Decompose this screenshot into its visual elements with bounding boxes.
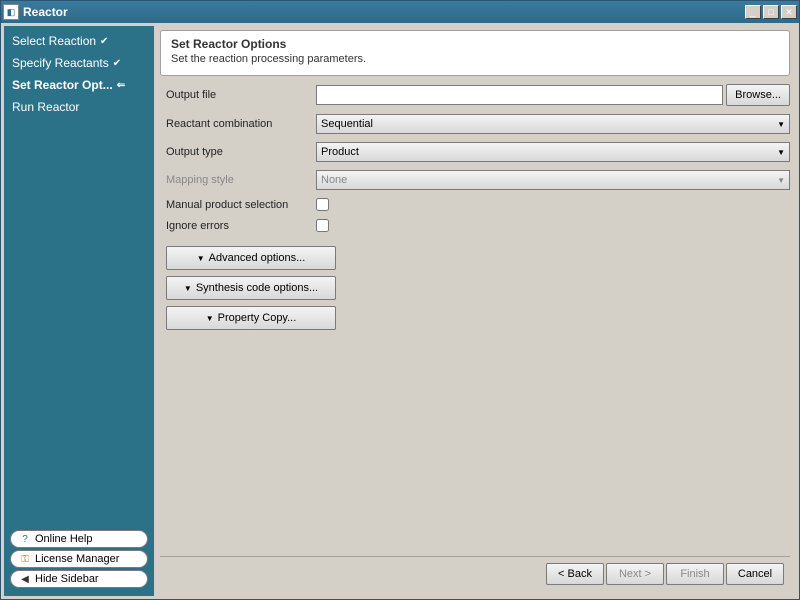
minimize-button[interactable]: _	[745, 5, 761, 19]
button-label: License Manager	[35, 553, 119, 565]
select-value: Product	[321, 146, 777, 158]
cancel-button[interactable]: Cancel	[726, 563, 784, 585]
property-copy-expander[interactable]: ▼ Property Copy...	[166, 306, 336, 330]
label-manual-selection: Manual product selection	[166, 199, 316, 211]
chevron-down-icon: ▼	[777, 176, 785, 185]
row-manual-selection: Manual product selection	[166, 198, 790, 211]
sidebar-item-select-reaction[interactable]: Select Reaction ✔	[4, 30, 154, 52]
next-button: Next >	[606, 563, 664, 585]
row-output-type: Output type Product ▼	[166, 142, 790, 162]
license-manager-button[interactable]: ⚿ License Manager	[10, 550, 148, 568]
sidebar-item-label: Run Reactor	[12, 100, 79, 114]
label-output-file: Output file	[166, 89, 316, 101]
manual-selection-checkbox[interactable]	[316, 198, 329, 211]
synthesis-code-options-expander[interactable]: ▼ Synthesis code options...	[166, 276, 336, 300]
step-subtitle: Set the reaction processing parameters.	[171, 53, 779, 65]
sidebar-item-label: Select Reaction	[12, 34, 96, 48]
triangle-down-icon: ▼	[197, 254, 205, 263]
select-value: None	[321, 174, 777, 186]
pointer-icon: ⇐	[117, 80, 125, 91]
button-label: Hide Sidebar	[35, 573, 99, 585]
button-label: Online Help	[35, 533, 92, 545]
collapse-icon: ◀	[19, 573, 31, 585]
close-button[interactable]: ✕	[781, 5, 797, 19]
help-icon: ?	[19, 533, 31, 545]
step-title: Set Reactor Options	[171, 37, 779, 51]
main-panel: Set Reactor Options Set the reaction pro…	[154, 26, 796, 596]
row-output-file: Output file Browse...	[166, 84, 790, 106]
sidebar-spacer	[4, 118, 154, 528]
sidebar-item-set-reactor-options[interactable]: Set Reactor Opt... ⇐	[4, 74, 154, 96]
check-icon: ✔	[113, 58, 121, 69]
expander-label: Synthesis code options...	[196, 282, 318, 294]
sidebar: Select Reaction ✔ Specify Reactants ✔ Se…	[4, 26, 154, 596]
row-mapping-style: Mapping style None ▼	[166, 170, 790, 190]
online-help-button[interactable]: ? Online Help	[10, 530, 148, 548]
output-file-input[interactable]	[316, 85, 723, 105]
hide-sidebar-button[interactable]: ◀ Hide Sidebar	[10, 570, 148, 588]
row-ignore-errors: Ignore errors	[166, 219, 790, 232]
chevron-down-icon: ▼	[777, 148, 785, 157]
step-header: Set Reactor Options Set the reaction pro…	[160, 30, 790, 76]
maximize-button[interactable]: □	[763, 5, 779, 19]
expander-label: Property Copy...	[218, 312, 297, 324]
mapping-style-select: None ▼	[316, 170, 790, 190]
expander-group: ▼ Advanced options... ▼ Synthesis code o…	[166, 246, 790, 330]
label-mapping-style: Mapping style	[166, 174, 316, 186]
check-icon: ✔	[100, 36, 108, 47]
wizard-footer: < Back Next > Finish Cancel	[160, 556, 790, 590]
advanced-options-expander[interactable]: ▼ Advanced options...	[166, 246, 336, 270]
ignore-errors-checkbox[interactable]	[316, 219, 329, 232]
label-ignore-errors: Ignore errors	[166, 220, 316, 232]
sidebar-item-specify-reactants[interactable]: Specify Reactants ✔	[4, 52, 154, 74]
sidebar-item-run-reactor[interactable]: Run Reactor	[4, 96, 154, 118]
sidebar-item-label: Set Reactor Opt...	[12, 78, 113, 92]
sidebar-bottom: ? Online Help ⚿ License Manager ◀ Hide S…	[4, 528, 154, 596]
options-form: Output file Browse... Reactant combinati…	[160, 84, 790, 330]
row-reactant-combination: Reactant combination Sequential ▼	[166, 114, 790, 134]
select-value: Sequential	[321, 118, 777, 130]
app-icon: ◧	[3, 4, 19, 20]
sidebar-item-label: Specify Reactants	[12, 56, 109, 70]
window-title: Reactor	[23, 5, 743, 19]
app-window: ◧ Reactor _ □ ✕ Select Reaction ✔ Specif…	[0, 0, 800, 600]
triangle-down-icon: ▼	[184, 284, 192, 293]
label-output-type: Output type	[166, 146, 316, 158]
browse-button[interactable]: Browse...	[726, 84, 790, 106]
output-type-select[interactable]: Product ▼	[316, 142, 790, 162]
triangle-down-icon: ▼	[206, 314, 214, 323]
body: Select Reaction ✔ Specify Reactants ✔ Se…	[1, 23, 799, 599]
chevron-down-icon: ▼	[777, 120, 785, 129]
titlebar: ◧ Reactor _ □ ✕	[1, 1, 799, 23]
finish-button: Finish	[666, 563, 724, 585]
back-button[interactable]: < Back	[546, 563, 604, 585]
expander-label: Advanced options...	[209, 252, 306, 264]
label-reactant-combination: Reactant combination	[166, 118, 316, 130]
reactant-combination-select[interactable]: Sequential ▼	[316, 114, 790, 134]
key-icon: ⚿	[19, 553, 31, 565]
